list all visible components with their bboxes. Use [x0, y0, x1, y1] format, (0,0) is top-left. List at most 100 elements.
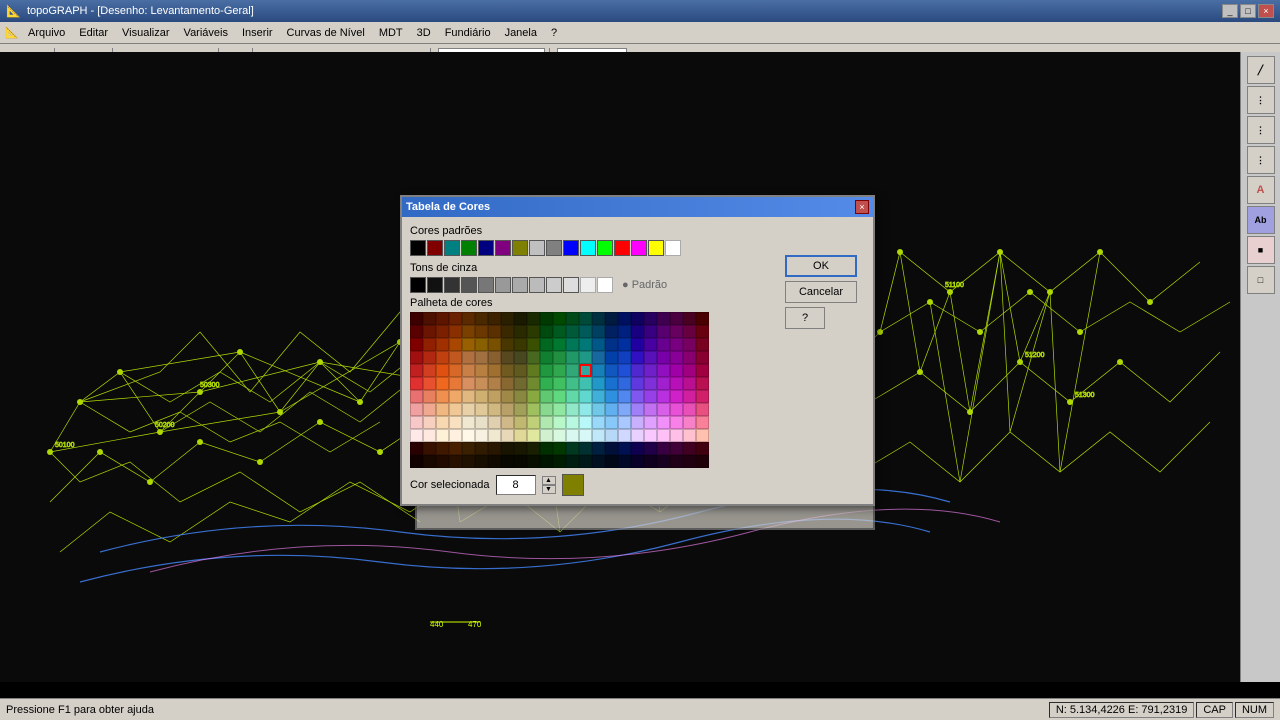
palette-cell[interactable] — [696, 403, 709, 416]
palette-cell[interactable] — [670, 351, 683, 364]
palette-cell[interactable] — [462, 325, 475, 338]
std-color-7[interactable] — [512, 240, 528, 256]
palette-cell[interactable] — [488, 429, 501, 442]
palette-cell[interactable] — [410, 390, 423, 403]
menu-variaveis[interactable]: Variáveis — [178, 25, 234, 41]
palette-cell[interactable] — [657, 429, 670, 442]
palette-cell[interactable] — [449, 377, 462, 390]
palette-cell[interactable] — [579, 403, 592, 416]
palette-cell[interactable] — [475, 338, 488, 351]
palette-cell[interactable] — [449, 403, 462, 416]
palette-cell[interactable] — [462, 455, 475, 468]
palette-cell[interactable] — [488, 390, 501, 403]
std-color-3[interactable] — [444, 240, 460, 256]
palette-cell[interactable] — [696, 455, 709, 468]
palette-cell[interactable] — [696, 442, 709, 455]
palette-cell[interactable] — [579, 325, 592, 338]
palette-cell[interactable] — [449, 338, 462, 351]
std-color-2[interactable] — [427, 240, 443, 256]
palette-cell[interactable] — [436, 325, 449, 338]
menu-arquivo[interactable]: Arquivo — [22, 25, 71, 41]
palette-cell[interactable] — [579, 364, 592, 377]
palette-cell[interactable] — [605, 416, 618, 429]
palette-cell[interactable] — [618, 403, 631, 416]
palette-cell[interactable] — [683, 364, 696, 377]
palette-cell[interactable] — [410, 455, 423, 468]
gray-11[interactable] — [597, 277, 613, 293]
palette-cell[interactable] — [657, 455, 670, 468]
palette-cell[interactable] — [449, 442, 462, 455]
palette-cell[interactable] — [644, 364, 657, 377]
palette-cell[interactable] — [605, 403, 618, 416]
palette-cell[interactable] — [579, 429, 592, 442]
palette-cell[interactable] — [553, 416, 566, 429]
palette-cell[interactable] — [644, 403, 657, 416]
palette-cell[interactable] — [618, 416, 631, 429]
palette-cell[interactable] — [501, 403, 514, 416]
palette-cell[interactable] — [644, 338, 657, 351]
palette-cell[interactable] — [631, 390, 644, 403]
palette-cell[interactable] — [670, 429, 683, 442]
palette-cell[interactable] — [436, 338, 449, 351]
minimize-button[interactable]: _ — [1222, 4, 1238, 18]
palette-cell[interactable] — [475, 429, 488, 442]
palette-cell[interactable] — [410, 403, 423, 416]
palette-cell[interactable] — [670, 312, 683, 325]
palette-cell[interactable] — [423, 338, 436, 351]
palette-cell[interactable] — [553, 377, 566, 390]
palette-cell[interactable] — [514, 377, 527, 390]
palette-cell[interactable] — [527, 455, 540, 468]
palette-cell[interactable] — [553, 338, 566, 351]
palette-cell[interactable] — [514, 338, 527, 351]
palette-cell[interactable] — [540, 325, 553, 338]
palette-cell[interactable] — [605, 351, 618, 364]
palette-cell[interactable] — [462, 312, 475, 325]
palette-cell[interactable] — [553, 364, 566, 377]
std-color-5[interactable] — [478, 240, 494, 256]
palette-cell[interactable] — [592, 312, 605, 325]
palette-cell[interactable] — [410, 416, 423, 429]
palette-cell[interactable] — [527, 338, 540, 351]
palette-cell[interactable] — [566, 377, 579, 390]
palette-cell[interactable] — [410, 442, 423, 455]
std-color-14[interactable] — [631, 240, 647, 256]
palette-cell[interactable] — [501, 364, 514, 377]
std-color-16[interactable] — [665, 240, 681, 256]
palette-cell[interactable] — [553, 403, 566, 416]
palette-cell[interactable] — [683, 455, 696, 468]
std-color-4[interactable] — [461, 240, 477, 256]
palette-cell[interactable] — [527, 312, 540, 325]
palette-cell[interactable] — [553, 429, 566, 442]
menu-fundiario[interactable]: Fundiário — [439, 25, 497, 41]
rp-btn-2[interactable]: ⋮ — [1247, 86, 1275, 114]
gray-5[interactable] — [495, 277, 511, 293]
palette-cell[interactable] — [566, 429, 579, 442]
palette-cell[interactable] — [618, 442, 631, 455]
palette-cell[interactable] — [566, 455, 579, 468]
menu-janela[interactable]: Janela — [499, 25, 543, 41]
palette-cell[interactable] — [449, 325, 462, 338]
color-picker-dialog[interactable]: Tabela de Cores × OK Cancelar ? Cores pa… — [400, 195, 875, 506]
rp-btn-5[interactable]: A — [1247, 176, 1275, 204]
palette-cell[interactable] — [553, 351, 566, 364]
palette-cell[interactable] — [436, 351, 449, 364]
palette-cell[interactable] — [631, 377, 644, 390]
color-value-input[interactable] — [496, 475, 536, 495]
palette-cell[interactable] — [449, 429, 462, 442]
palette-cell[interactable] — [631, 325, 644, 338]
palette-cell[interactable] — [501, 442, 514, 455]
palette-cell[interactable] — [514, 442, 527, 455]
palette-cell[interactable] — [423, 403, 436, 416]
palette-cell[interactable] — [566, 442, 579, 455]
palette-cell[interactable] — [553, 390, 566, 403]
menu-inserir[interactable]: Inserir — [236, 25, 279, 41]
rp-btn-8[interactable]: □ — [1247, 266, 1275, 294]
palette-cell[interactable] — [605, 338, 618, 351]
palette-cell[interactable] — [566, 403, 579, 416]
palette-cell[interactable] — [410, 338, 423, 351]
palette-cell[interactable] — [501, 312, 514, 325]
palette-cell[interactable] — [436, 442, 449, 455]
palette-cell[interactable] — [449, 390, 462, 403]
palette-cell[interactable] — [696, 325, 709, 338]
gray-8[interactable] — [546, 277, 562, 293]
